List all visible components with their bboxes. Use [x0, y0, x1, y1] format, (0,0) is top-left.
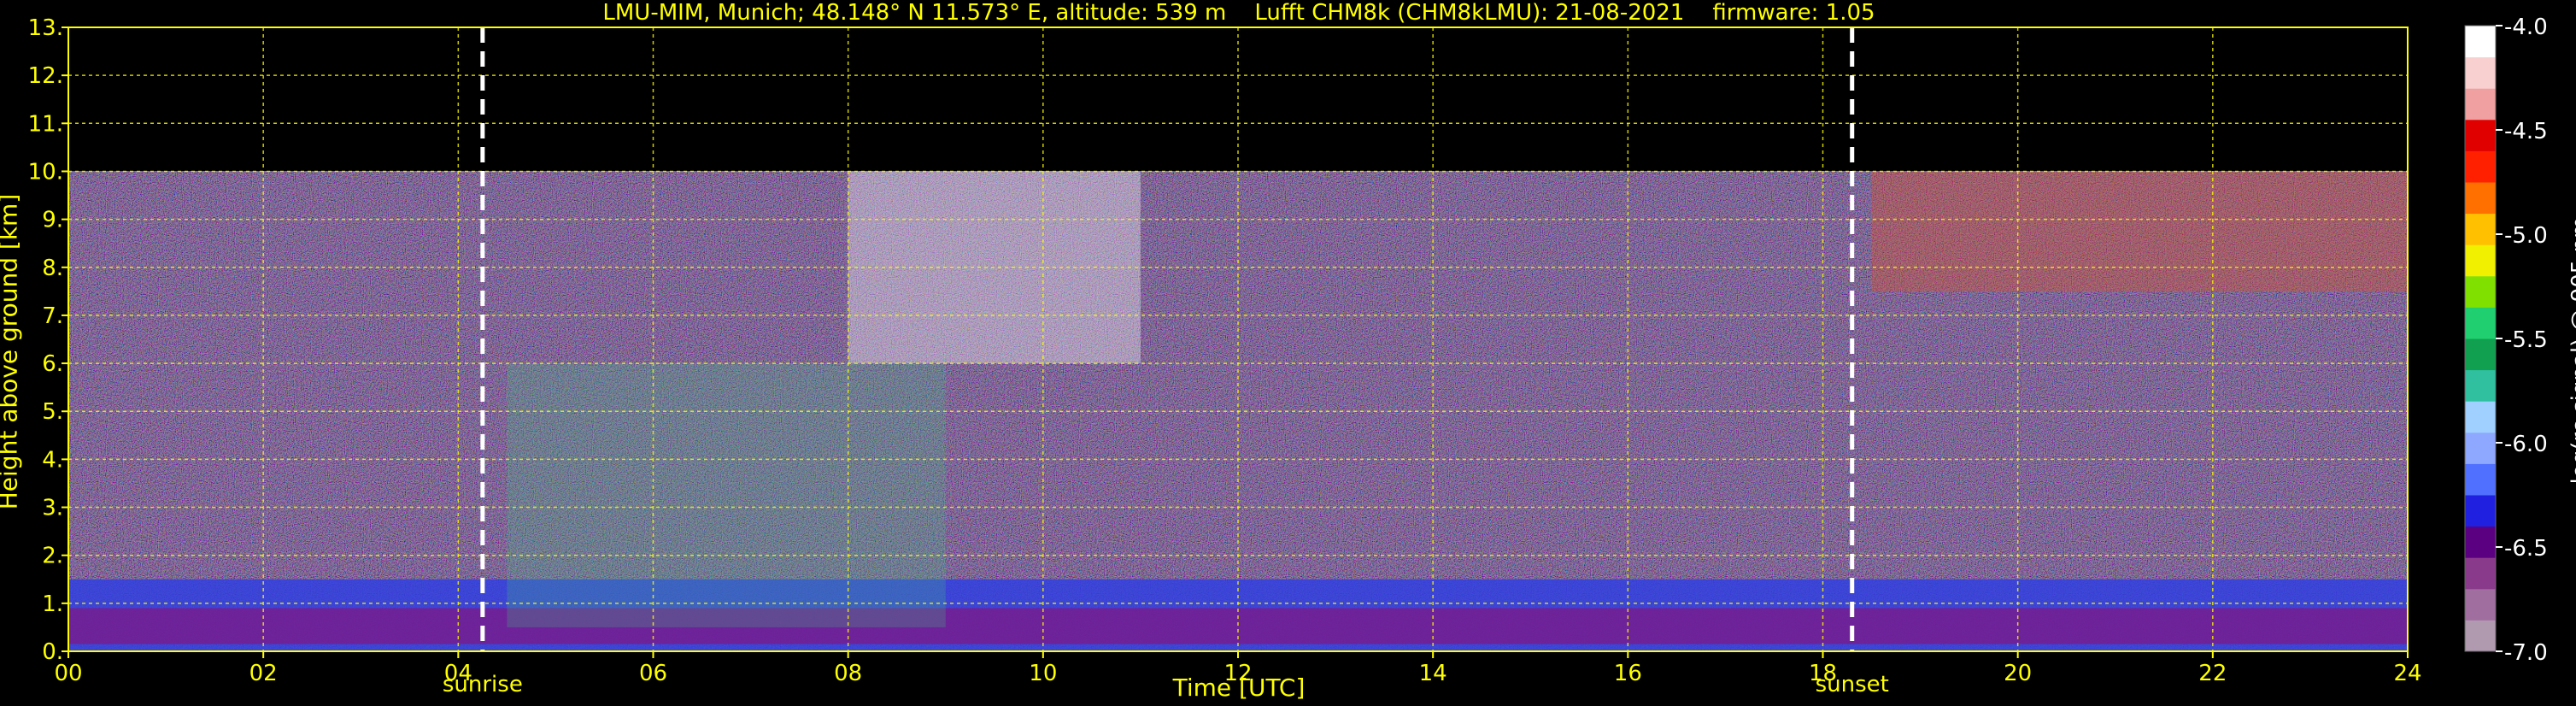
x-tick-label: 02 [249, 661, 278, 686]
colorbar-segment [2465, 338, 2496, 371]
y-tick-label: 9. [42, 208, 63, 233]
colorbar-segment [2465, 119, 2496, 151]
colorbar-segment [2465, 495, 2496, 527]
y-tick-label: 8. [42, 256, 63, 281]
y-tick-label: 11. [28, 111, 63, 137]
colorbar-segment [2465, 401, 2496, 433]
colorbar-segment [2465, 463, 2496, 496]
colorbar-segment [2465, 620, 2496, 652]
y-tick-label: 10. [28, 159, 63, 185]
colorbar-tick-label: -4.0 [2504, 15, 2548, 40]
colorbar-segment [2465, 275, 2496, 308]
colorbar-tick-label: -6.5 [2504, 536, 2548, 562]
y-tick-label: 0. [42, 639, 63, 665]
colorbar-segment [2465, 369, 2496, 402]
colorbar-segment [2465, 557, 2496, 590]
x-tick-label: 24 [2393, 661, 2421, 686]
colorbar-tick-label: -6.0 [2504, 432, 2548, 457]
ceilometer-chart: 00 02 04 06 08 10 12 14 16 18 20 22 240.1.2.3.4.5.6.… [0, 0, 2576, 706]
x-tick-label: 20 [2004, 661, 2032, 686]
y-tick-label: 3. [42, 496, 63, 521]
colorbar-segment [2465, 150, 2496, 183]
colorbar-segment [2465, 432, 2496, 464]
y-tick-label: 6. [42, 351, 63, 377]
colorbar-segment [2465, 526, 2496, 558]
y-tick-label: 2. [42, 544, 63, 569]
colorbar-tick-label: -7.0 [2504, 640, 2548, 666]
colorbar-tick-label: -5.5 [2504, 327, 2548, 353]
y-tick-label: 1. [42, 591, 63, 617]
y-tick-label: 7. [42, 303, 63, 329]
x-axis-label: Time [UTC] [1172, 674, 1306, 702]
x-tick-label: 06 [639, 661, 667, 686]
x-tick-label: 16 [1614, 661, 1642, 686]
colorbar-tick-label: -5.0 [2504, 223, 2548, 249]
cloud-region [1871, 171, 2408, 291]
colorbar-segment [2465, 588, 2496, 621]
chart-title: LMU-MIM, Munich; 48.148° N 11.573° E, al… [602, 0, 1875, 26]
colorbar-segment [2465, 244, 2496, 277]
x-tick-label: 22 [2198, 661, 2227, 686]
colorbar-tick-label: -4.5 [2504, 119, 2548, 144]
colorbar-segment [2465, 88, 2496, 121]
colorbar-segment [2465, 26, 2496, 58]
colorbar-label: log(rc-signal) @ 905 nm [2567, 216, 2576, 485]
sunrise-label: sunrise [442, 672, 523, 697]
x-tick-label: 14 [1419, 661, 1447, 686]
y-tick-label: 4. [42, 447, 63, 473]
colorbar-segment [2465, 307, 2496, 339]
colorbar-segment [2465, 56, 2496, 89]
colorbar-segment [2465, 213, 2496, 245]
aerosol-streaks [507, 363, 946, 627]
y-axis-label: Height above ground [km] [0, 193, 23, 510]
y-tick-label: 12. [28, 63, 63, 89]
sunset-label: sunset [1815, 672, 1889, 697]
x-tick-label: 08 [834, 661, 862, 686]
y-tick-label: 5. [42, 399, 63, 425]
colorbar-segment [2465, 182, 2496, 215]
x-tick-label: 10 [1029, 661, 1057, 686]
